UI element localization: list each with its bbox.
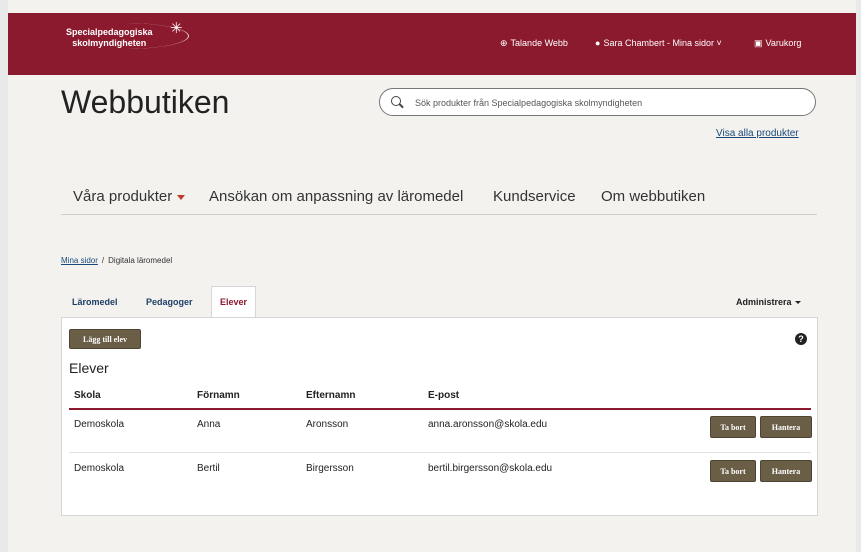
- table-row: Demoskola Anna Aronsson anna.aronsson@sk…: [69, 410, 812, 453]
- administrera-label: Administrera: [736, 297, 792, 307]
- column-header-fornamn: Förnamn: [197, 390, 240, 401]
- cell-fornamn: Anna: [197, 419, 221, 430]
- speaker-icon: ⊕: [500, 38, 508, 48]
- breadcrumb-separator: /: [101, 256, 105, 265]
- column-header-skola: Skola: [74, 390, 101, 401]
- nav-item-application[interactable]: Ansökan om anpassning av läromedel: [209, 188, 463, 205]
- nav-item-products[interactable]: Våra produkter: [73, 188, 186, 205]
- manage-button[interactable]: Hantera: [760, 416, 812, 438]
- cart-label: Varukorg: [765, 38, 802, 48]
- chevron-down-icon: [177, 194, 186, 200]
- breadcrumb: Mina sidor / Digitala läromedel: [61, 256, 172, 265]
- breadcrumb-current: Digitala läromedel: [108, 256, 173, 265]
- cell-epost: bertil.birgersson@skola.edu: [428, 463, 553, 474]
- table-row: Demoskola Bertil Birgersson bertil.birge…: [69, 454, 812, 496]
- students-panel: Lägg till elev ? Elever Skola Förnamn Ef…: [61, 317, 818, 516]
- top-header: Specialpedagogiska skolmyndigheten ✳ ⊕ Ta…: [8, 13, 856, 75]
- administrera-menu[interactable]: Administrera: [736, 297, 801, 307]
- search-icon[interactable]: [391, 96, 401, 106]
- chevron-down-icon: [794, 301, 801, 305]
- tab-laromedel[interactable]: Läromedel: [64, 287, 126, 317]
- chevron-down-icon: ˅: [713, 38, 722, 48]
- cell-skola: Demoskola: [74, 419, 125, 430]
- tab-elever[interactable]: Elever: [211, 286, 257, 318]
- section-title: Elever: [69, 360, 109, 376]
- show-all-products-link[interactable]: Visa alla produkter: [716, 128, 799, 139]
- help-icon[interactable]: ?: [795, 333, 807, 345]
- talande-webb-link[interactable]: ⊕ Talande Webb: [500, 38, 568, 49]
- nav-item-customer-service[interactable]: Kundservice: [493, 188, 576, 205]
- cell-efternamn: Birgersson: [306, 463, 354, 474]
- site-title[interactable]: Webbutiken: [61, 84, 229, 121]
- main-nav: Våra produkter Ansökan om anpassning av …: [61, 180, 817, 215]
- cell-fornamn: Bertil: [197, 463, 220, 474]
- column-header-efternamn: Efternamn: [306, 390, 356, 401]
- logo-star-icon: ✳: [170, 20, 183, 37]
- add-student-button[interactable]: Lägg till elev: [69, 329, 141, 349]
- manage-button[interactable]: Hantera: [760, 460, 812, 482]
- user-icon: ●: [595, 38, 601, 48]
- search-input[interactable]: [413, 94, 807, 112]
- nav-item-about[interactable]: Om webbutiken: [601, 188, 705, 205]
- nav-item-label: Våra produkter: [73, 188, 173, 205]
- search-box[interactable]: [379, 88, 816, 116]
- delete-button[interactable]: Ta bort: [710, 460, 756, 482]
- talande-webb-label: Talande Webb: [510, 38, 568, 48]
- cart-link[interactable]: ▣ Varukorg: [754, 38, 801, 49]
- spsm-logo[interactable]: Specialpedagogiska skolmyndigheten ✳: [66, 21, 189, 49]
- cell-epost: anna.aronsson@skola.edu: [428, 419, 548, 430]
- user-menu-label: Sara Chambert - Mina sidor: [603, 38, 714, 48]
- table-header: Skola Förnamn Efternamn E-post: [69, 383, 811, 410]
- cell-efternamn: Aronsson: [306, 419, 349, 430]
- delete-button[interactable]: Ta bort: [710, 416, 756, 438]
- cell-skola: Demoskola: [74, 463, 125, 474]
- breadcrumb-link-mina-sidor[interactable]: Mina sidor: [61, 256, 98, 265]
- cart-icon: ▣: [754, 38, 763, 48]
- column-header-epost: E-post: [428, 390, 460, 401]
- user-menu[interactable]: ● Sara Chambert - Mina sidor ˅: [595, 38, 722, 48]
- page: Specialpedagogiska skolmyndigheten ✳ ⊕ Ta…: [8, 0, 856, 552]
- tab-pedagoger[interactable]: Pedagoger: [138, 287, 201, 317]
